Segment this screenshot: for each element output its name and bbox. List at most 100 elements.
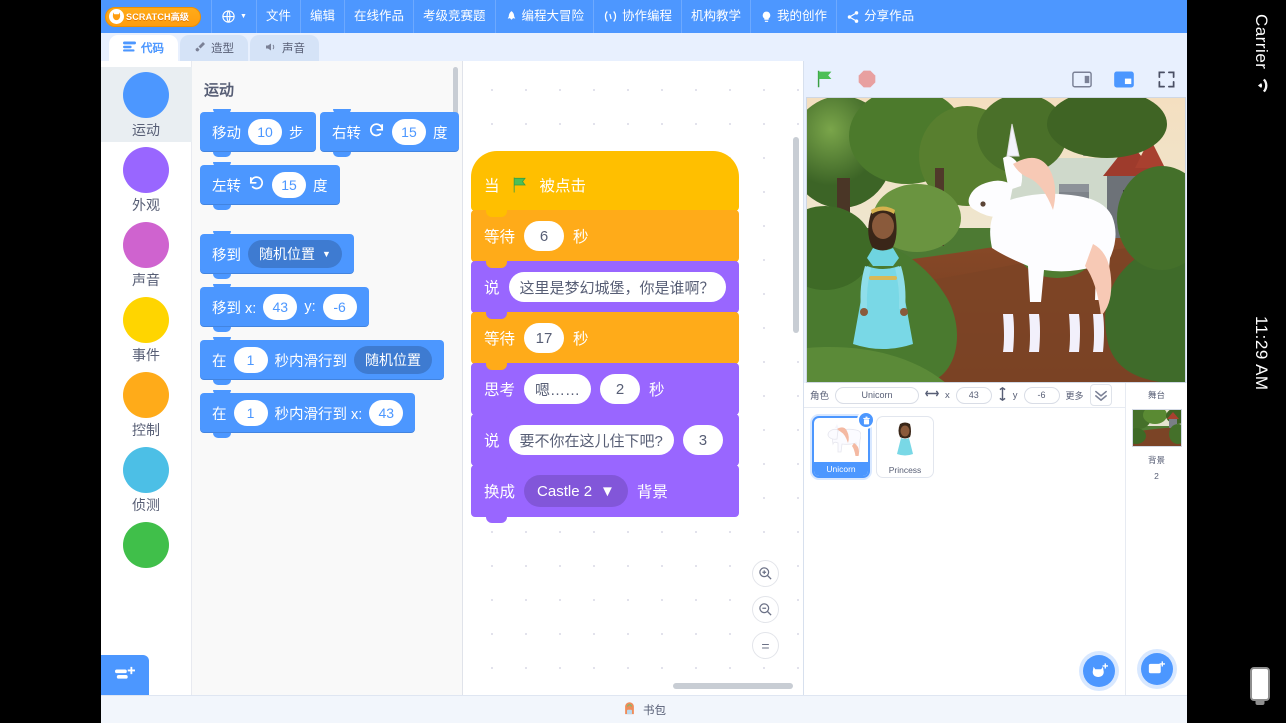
block-label: 秒 bbox=[649, 382, 665, 399]
backdrop-thumbnail[interactable] bbox=[1131, 409, 1182, 447]
category-looks[interactable]: 外观 bbox=[101, 142, 192, 217]
zoom-out-button[interactable] bbox=[752, 596, 779, 623]
tab-sounds[interactable]: 声音 bbox=[250, 35, 319, 61]
block-palette[interactable]: 运动 移动 10 步 右转 15 度 左转 15 度 移到 随机位置 ▼ 移到 … bbox=[192, 61, 462, 695]
cat-icon bbox=[109, 9, 124, 24]
add-sprite-fab[interactable] bbox=[1083, 655, 1115, 687]
block-label: 步 bbox=[289, 125, 304, 142]
block-label: 度 bbox=[313, 178, 328, 195]
sprite-name-input[interactable]: Unicorn bbox=[835, 386, 920, 404]
add-extension-button[interactable] bbox=[101, 655, 149, 695]
backpack-icon bbox=[622, 701, 637, 719]
collab-icon bbox=[603, 10, 618, 23]
institution-teaching-menu[interactable]: 机构教学 bbox=[681, 0, 750, 33]
category-operators[interactable] bbox=[101, 517, 192, 570]
tab-sounds-label: 声音 bbox=[282, 43, 305, 55]
block-input-steps[interactable]: 10 bbox=[248, 119, 282, 145]
sprite-card-unicorn[interactable]: Unicorn bbox=[812, 411, 875, 478]
block-switch-backdrop[interactable]: 换成 Castle 2 ▼ 背景 bbox=[471, 465, 739, 523]
sprite-name-unicorn: Unicorn bbox=[814, 462, 868, 476]
block-input-degrees[interactable]: 15 bbox=[391, 119, 426, 145]
sprite-y-input[interactable]: -6 bbox=[1023, 386, 1060, 404]
expand-sprite-info-button[interactable] bbox=[1089, 384, 1112, 406]
zoom-reset-button[interactable]: = bbox=[752, 632, 779, 659]
add-sprite-button[interactable] bbox=[1083, 655, 1115, 687]
block-label: 秒内滑行到 x: bbox=[274, 406, 363, 423]
share-work-menu[interactable]: 分享作品 bbox=[836, 0, 923, 33]
block-label: y: bbox=[304, 299, 316, 315]
zoom-in-button[interactable] bbox=[752, 560, 779, 587]
fullscreen-button[interactable] bbox=[1151, 65, 1181, 93]
block-when-flag-clicked[interactable]: 当 被点击 bbox=[471, 151, 739, 217]
stage-canvas[interactable] bbox=[806, 97, 1186, 383]
category-sensing-label: 侦测 bbox=[132, 497, 160, 513]
block-wait-seconds-2[interactable]: 等待 17 秒 bbox=[471, 312, 739, 370]
edit-menu[interactable]: 编辑 bbox=[299, 0, 344, 33]
block-dropdown-target[interactable]: 随机位置 ▼ bbox=[248, 240, 342, 268]
palette-block-glide-to-xy[interactable]: 在 1 秒内滑行到 x: 43 bbox=[200, 390, 416, 438]
sprite-info-bar: 角色 Unicorn x 43 y -6 更多 bbox=[804, 383, 1125, 408]
code-workspace[interactable]: 当 被点击 等待 6 秒 说 这里是梦幻城堡，你是谁啊？ 等待 17 秒 思考 … bbox=[462, 61, 803, 695]
script-stack[interactable]: 当 被点击 等待 6 秒 说 这里是梦幻城堡，你是谁啊？ 等待 17 秒 思考 … bbox=[471, 151, 739, 523]
block-input-message[interactable]: 嗯…… bbox=[524, 374, 592, 404]
carrier-group: Carrier bbox=[1251, 14, 1271, 95]
backpack-bar[interactable]: 书包 bbox=[101, 695, 1187, 723]
stop-button[interactable] bbox=[852, 65, 882, 93]
sprite-card-princess[interactable]: Princess bbox=[876, 416, 934, 478]
category-control[interactable]: 控制 bbox=[101, 367, 192, 442]
tab-costumes[interactable]: 造型 bbox=[180, 35, 248, 61]
palette-block-turn-right[interactable]: 右转 15 度 bbox=[319, 109, 460, 157]
palette-block-go-to-random[interactable]: 移到 随机位置 ▼ bbox=[200, 231, 354, 279]
block-input-message[interactable]: 要不你在这儿住下吧? bbox=[508, 425, 674, 455]
block-input-seconds[interactable]: 3 bbox=[682, 425, 723, 455]
sprite-more-label[interactable]: 更多 bbox=[1066, 389, 1084, 402]
palette-block-turn-left[interactable]: 左转 15 度 bbox=[200, 162, 340, 210]
logo-text: SCRATCH高级 bbox=[126, 12, 190, 22]
large-stage-button[interactable] bbox=[1109, 65, 1139, 93]
language-menu[interactable]: ▼ bbox=[211, 0, 256, 33]
block-input-seconds[interactable]: 2 bbox=[600, 374, 641, 404]
block-say[interactable]: 说 这里是梦幻城堡，你是谁啊？ bbox=[471, 261, 739, 319]
block-input-secs[interactable]: 1 bbox=[233, 400, 268, 426]
block-dropdown-backdrop[interactable]: Castle 2 ▼ bbox=[524, 475, 628, 507]
online-projects-menu[interactable]: 在线作品 bbox=[343, 0, 413, 33]
block-label: 当 bbox=[484, 178, 500, 195]
block-input-x[interactable]: 43 bbox=[263, 294, 298, 320]
block-think-for-seconds[interactable]: 思考 嗯…… 2 秒 bbox=[471, 363, 739, 421]
tab-code-label: 代码 bbox=[141, 43, 164, 55]
tab-code[interactable]: 代码 bbox=[109, 35, 178, 61]
coding-adventure-menu[interactable]: 编程大冒险 bbox=[494, 0, 594, 33]
block-input-seconds[interactable]: 17 bbox=[524, 323, 565, 353]
block-input-y[interactable]: -6 bbox=[322, 294, 357, 320]
palette-block-go-to-xy[interactable]: 移到 x: 43 y: -6 bbox=[200, 284, 369, 332]
category-sound[interactable]: 声音 bbox=[101, 217, 192, 292]
add-backdrop-button[interactable] bbox=[1140, 653, 1173, 685]
sprite-x-input[interactable]: 43 bbox=[955, 386, 992, 404]
wifi-icon bbox=[1251, 76, 1271, 95]
palette-block-move-steps[interactable]: 移动 10 步 bbox=[200, 109, 316, 157]
block-say-for-seconds[interactable]: 说 要不你在这儿住下吧? 3 bbox=[471, 414, 739, 472]
file-menu[interactable]: 文件 bbox=[255, 0, 300, 33]
block-wait-seconds-1[interactable]: 等待 6 秒 bbox=[471, 210, 739, 268]
workspace-vertical-scrollbar[interactable] bbox=[793, 137, 799, 333]
delete-sprite-button[interactable] bbox=[857, 411, 875, 429]
sprite-thumbnails: Unicorn Princess bbox=[804, 408, 1125, 486]
block-input-secs[interactable]: 1 bbox=[233, 347, 268, 373]
small-stage-button[interactable] bbox=[1067, 65, 1097, 93]
green-flag-button[interactable] bbox=[810, 65, 840, 93]
category-events[interactable]: 事件 bbox=[101, 292, 192, 367]
block-input-x[interactable]: 43 bbox=[369, 400, 404, 426]
category-motion[interactable]: 运动 bbox=[101, 67, 192, 142]
my-creations-menu[interactable]: 我的创作 bbox=[750, 0, 836, 33]
block-input-degrees[interactable]: 15 bbox=[272, 172, 306, 198]
palette-block-glide-to-random[interactable]: 在 1 秒内滑行到 随机位置 bbox=[200, 337, 444, 385]
block-input-seconds[interactable]: 6 bbox=[524, 221, 565, 251]
sprite-thumb-princess bbox=[882, 421, 928, 457]
block-dropdown-target[interactable]: 随机位置 bbox=[354, 346, 432, 374]
workspace-horizontal-scrollbar[interactable] bbox=[673, 683, 793, 689]
app-logo[interactable]: SCRATCH高级 bbox=[105, 6, 201, 27]
exam-contest-menu[interactable]: 考级竞赛题 bbox=[412, 0, 495, 33]
collab-coding-menu[interactable]: 协作编程 bbox=[593, 0, 681, 33]
block-input-message[interactable]: 这里是梦幻城堡，你是谁啊？ bbox=[508, 272, 726, 302]
category-sensing[interactable]: 侦测 bbox=[101, 442, 192, 517]
